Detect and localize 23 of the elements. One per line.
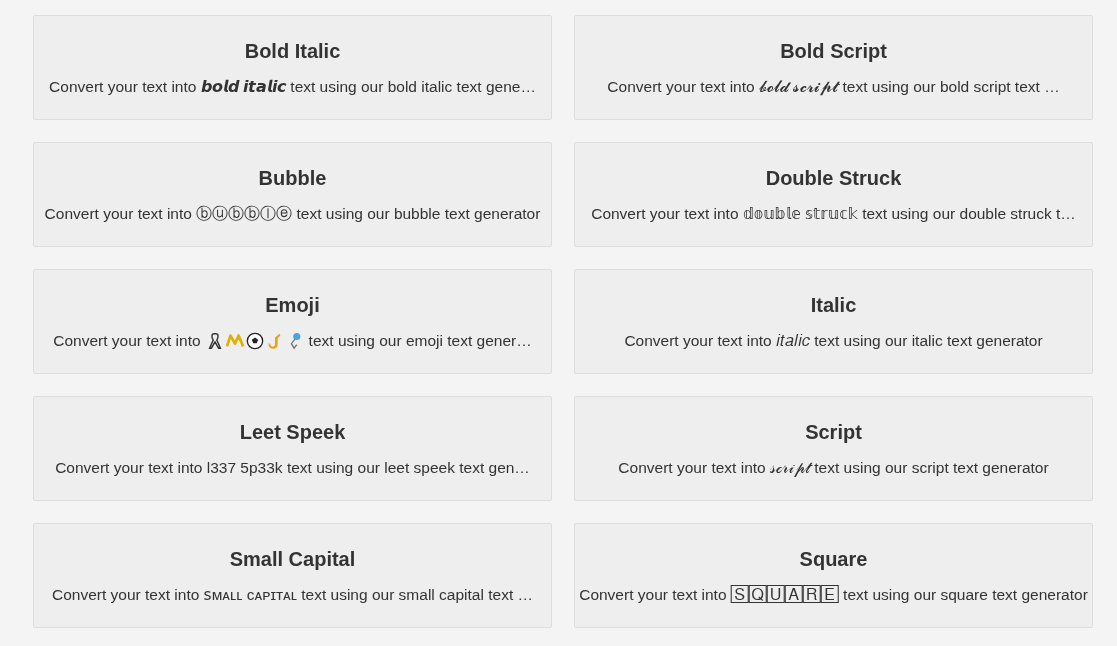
- card-description: Convert your text into 𝓫𝓸𝓵𝓭 𝓼𝓬𝓻𝓲𝓹𝓽 text using our bold script text …: [607, 77, 1060, 97]
- card-description: Convert your text into ꜱᴍᴀʟʟ ᴄᴀᴘɪᴛᴀʟ text using our small capital text …: [52, 585, 533, 605]
- card-title: Bubble: [258, 166, 327, 190]
- card-description: Convert your text into 🅂🅀🅄🄰🅁🄴 text using our square text generator: [579, 585, 1088, 605]
- card-description: Convert your text into ⓑⓤⓑⓑⓛⓔ text using our bubble text generator: [44, 204, 541, 224]
- card-title: Square: [799, 547, 868, 571]
- card-description: Convert your text into: [53, 331, 201, 351]
- card-description: Convert your text into 𝑖𝑡𝑎𝑙𝑖𝑐 text using our italic text generator: [624, 331, 1043, 351]
- card-description: Convert your text into 𝙗𝙤𝙡𝙙 𝙞𝙩𝙖𝙡𝙞𝙘 text using our bold italic text gene…: [49, 77, 536, 97]
- card-title: Bold Italic: [244, 39, 341, 63]
- card-title: Leet Speek: [239, 420, 346, 444]
- card-title: Bold Script: [780, 39, 887, 63]
- card-title: Script: [805, 420, 862, 444]
- card-description: text using our emoji text gener…: [308, 331, 532, 351]
- zigzag-icon: [225, 332, 244, 350]
- card-title: Small Capital: [229, 547, 356, 571]
- card-description: Convert your text into 𝕕𝕠𝕦𝕓𝕝𝕖 𝕤𝕥𝕣𝕦𝕔𝕜 text using our double struck t…: [591, 204, 1076, 224]
- soccer-ball-icon: [245, 332, 264, 350]
- card-title: Emoji: [265, 293, 320, 317]
- card-description: Convert your text into 𝓈𝒸𝓇𝒾𝓅𝓉 text using our script text generator: [618, 458, 1049, 478]
- card-title: Double Struck: [765, 166, 902, 190]
- card-description: Convert your text into l337 5p33k text using our leet speek text gen…: [55, 458, 530, 478]
- card-title: Italic: [810, 293, 857, 317]
